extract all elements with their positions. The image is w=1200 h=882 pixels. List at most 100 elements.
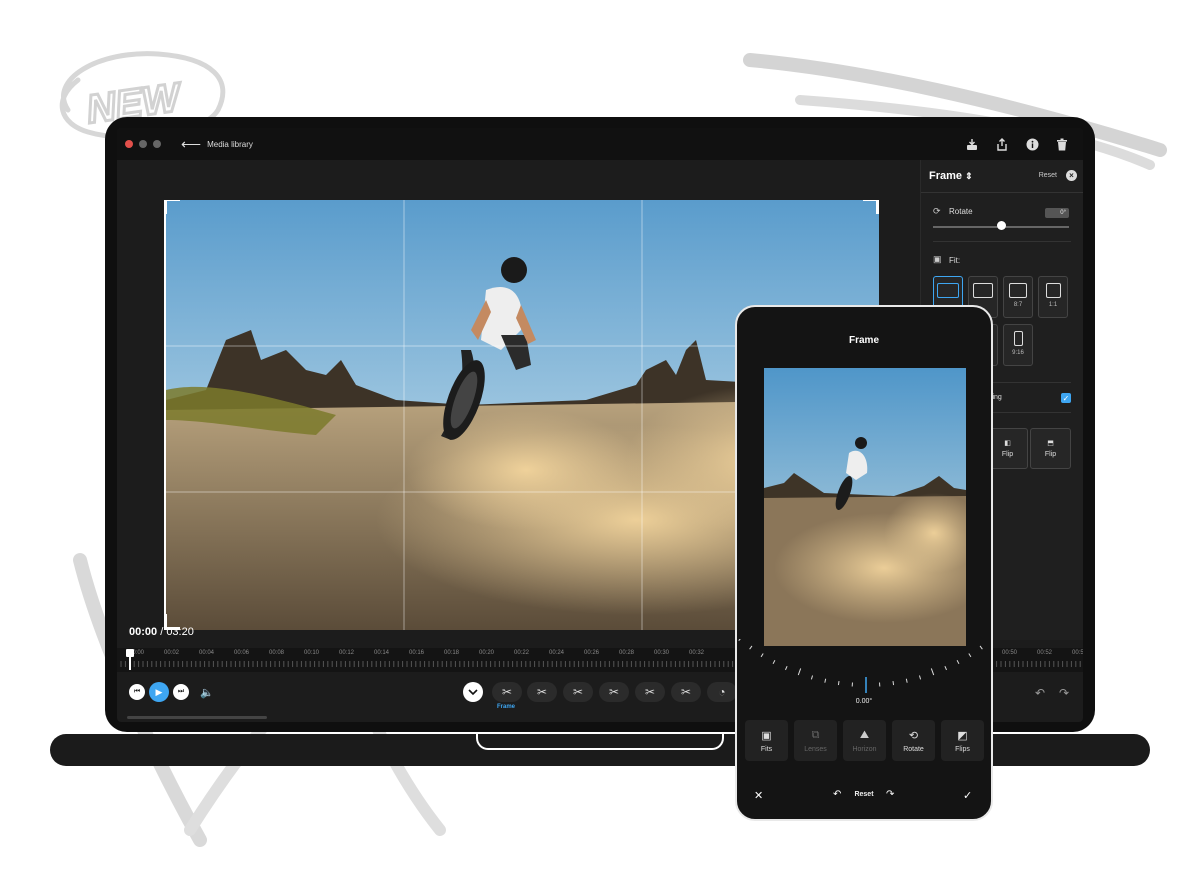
rotate-slider-knob[interactable] <box>997 221 1006 230</box>
scissors-icon: ✂ <box>501 685 513 699</box>
flip-horizontal-button[interactable]: ◧ Flip <box>987 428 1028 469</box>
flips-icon: ◩ <box>957 729 968 742</box>
trash-icon[interactable] <box>1053 134 1071 154</box>
ruler-time-label: 00:30 <box>654 650 670 656</box>
share-icon[interactable] <box>993 134 1011 154</box>
close-window-dot[interactable] <box>125 140 133 148</box>
fit-option-label: 8:7 <box>1013 302 1023 308</box>
duration-time: 03:20 <box>166 626 194 638</box>
phone-tool-lenses[interactable]: ⧉ Lenses <box>794 720 837 761</box>
aspect-wide-icon <box>937 283 959 298</box>
aspect-1-1-icon <box>1045 283 1061 298</box>
phone-tool-label: Fits <box>760 745 773 753</box>
ruler-time-label: 00:52 <box>1037 650 1053 656</box>
phone-reset-button[interactable]: Reset <box>737 791 991 798</box>
maximize-window-dot[interactable] <box>153 140 161 148</box>
speedometer-icon: ◔ <box>718 685 726 699</box>
play-button[interactable]: ▶ <box>149 682 169 702</box>
panel-title-text: Frame <box>929 170 963 182</box>
ruler-time-label: 00:12 <box>339 650 355 656</box>
ruler-time-label: 00:08 <box>269 650 285 656</box>
fit-option-1-1[interactable]: 1:1 <box>1038 276 1068 318</box>
skip-back-icon[interactable]: ⏮ <box>129 684 145 700</box>
skip-forward-icon[interactable]: ⏭ <box>173 684 189 700</box>
aspect-4-3-icon <box>973 283 993 298</box>
crop-handle-top-right[interactable] <box>863 200 879 214</box>
divider <box>933 241 1071 242</box>
flip-vertical-icon: ⬒ <box>1047 440 1054 447</box>
flip-horizontal-icon: ◧ <box>1004 440 1011 447</box>
rotate-icon: ⟳ <box>933 206 941 216</box>
phone-tool-flips[interactable]: ◩ Flips <box>941 720 984 761</box>
stage: NEW ⟵ Media library 00:00 / 03:20 00:00 … <box>0 0 1200 882</box>
aspect-9-16-icon <box>1013 331 1023 346</box>
phone-video-preview[interactable] <box>764 368 966 646</box>
info-icon[interactable] <box>1023 134 1041 154</box>
rotate-value-field[interactable]: 0° <box>1045 208 1069 218</box>
ruler-time-label: 00:14 <box>374 650 390 656</box>
frame-tool-button[interactable] <box>463 682 483 702</box>
close-panel-icon[interactable]: × <box>1066 170 1077 181</box>
timeline-scrollbar[interactable] <box>127 716 267 719</box>
leveling-checkbox[interactable]: ✓ <box>1061 393 1071 403</box>
fit-option-label: 1:1 <box>1048 302 1058 308</box>
window-titlebar: ⟵ Media library <box>117 128 1083 160</box>
phone-confirm-icon[interactable]: ✓ <box>963 789 972 802</box>
speed-tool-button[interactable]: ◔ <box>707 682 737 702</box>
fit-option-9-16[interactable]: 9:16 <box>1003 324 1033 366</box>
media-library-link[interactable]: Media library <box>207 140 253 149</box>
ruler-time-label: 00:24 <box>549 650 565 656</box>
flip-vertical-button[interactable]: ⬒ Flip <box>1030 428 1071 469</box>
divider <box>921 192 1083 193</box>
rotate-icon: ⟲ <box>908 729 919 742</box>
playhead[interactable] <box>126 649 134 670</box>
download-icon[interactable] <box>963 134 981 154</box>
scissors-icon: ✂ <box>644 685 656 699</box>
sort-arrows-icon: ⇕ <box>965 171 973 181</box>
phone-tool-label: Horizon <box>852 745 877 753</box>
panel-reset-button[interactable]: Reset <box>1039 172 1057 179</box>
scissors-icon: ✂ <box>536 685 548 699</box>
timecode: 00:00 / 03:20 <box>129 626 194 638</box>
fit-option-label: 9:16 <box>1012 350 1024 356</box>
minimize-window-dot[interactable] <box>139 140 147 148</box>
undo-icon[interactable]: ↶ <box>1035 686 1045 700</box>
phone-dirt-bike-photo <box>764 368 966 646</box>
ruler-time-label: 00:16 <box>409 650 425 656</box>
phone-tool-fits[interactable]: ▣ Fits <box>745 720 788 761</box>
laptop-notch <box>476 734 724 750</box>
trim-tool-2[interactable]: ✂ <box>527 682 557 702</box>
crop-handle-top-left[interactable] <box>166 200 180 214</box>
current-time: 00:00 <box>129 626 158 638</box>
redo-icon[interactable]: ↷ <box>1059 686 1069 700</box>
phone-title: Frame <box>848 335 879 346</box>
ruler-time-label: 00:50 <box>1002 650 1018 656</box>
phone-redo-icon[interactable]: ↷ <box>886 789 894 800</box>
phone-tool-label: Flips <box>955 745 970 753</box>
phone-tool-horizon[interactable]: ⛰ Horizon <box>843 720 886 761</box>
ruler-time-label: 00:22 <box>514 650 530 656</box>
trim-tool-4[interactable]: ✂ <box>599 682 629 702</box>
ruler-time-label: 00:32 <box>689 650 705 656</box>
horizon-dial[interactable] <box>737 639 993 699</box>
back-arrow-icon[interactable]: ⟵ <box>181 136 201 153</box>
fit-option-8-7[interactable]: 8:7 <box>1003 276 1033 318</box>
trim-tool-3[interactable]: ✂ <box>563 682 593 702</box>
phone-frame: Frame 0.00° ▣ Fits ⧉ Lenses ⛰ Horizon ⟲ … <box>735 305 993 821</box>
fit-label: Fit: <box>949 256 961 265</box>
ruler-time-label: 00:20 <box>479 650 495 656</box>
phone-tool-rotate[interactable]: ⟲ Rotate <box>892 720 935 761</box>
ruler-time-label: 00:5 <box>1072 650 1083 656</box>
phone-tool-label: Lenses <box>804 745 827 753</box>
panel-title[interactable]: Frame ⇕ <box>929 170 973 182</box>
lenses-icon: ⧉ <box>811 728 820 741</box>
ruler-time-label: 00:28 <box>619 650 635 656</box>
frame-tool-label: Frame <box>497 704 516 710</box>
ruler-time-label: 00:26 <box>584 650 600 656</box>
trim-tool-1[interactable]: ✂ <box>492 682 522 702</box>
volume-icon[interactable]: 🔈 <box>199 684 215 700</box>
trim-tool-5[interactable]: ✂ <box>635 682 665 702</box>
trim-tool-6[interactable]: ✂ <box>671 682 701 702</box>
aspect-8-7-icon <box>1009 283 1027 298</box>
ruler-time-label: 00:18 <box>444 650 460 656</box>
